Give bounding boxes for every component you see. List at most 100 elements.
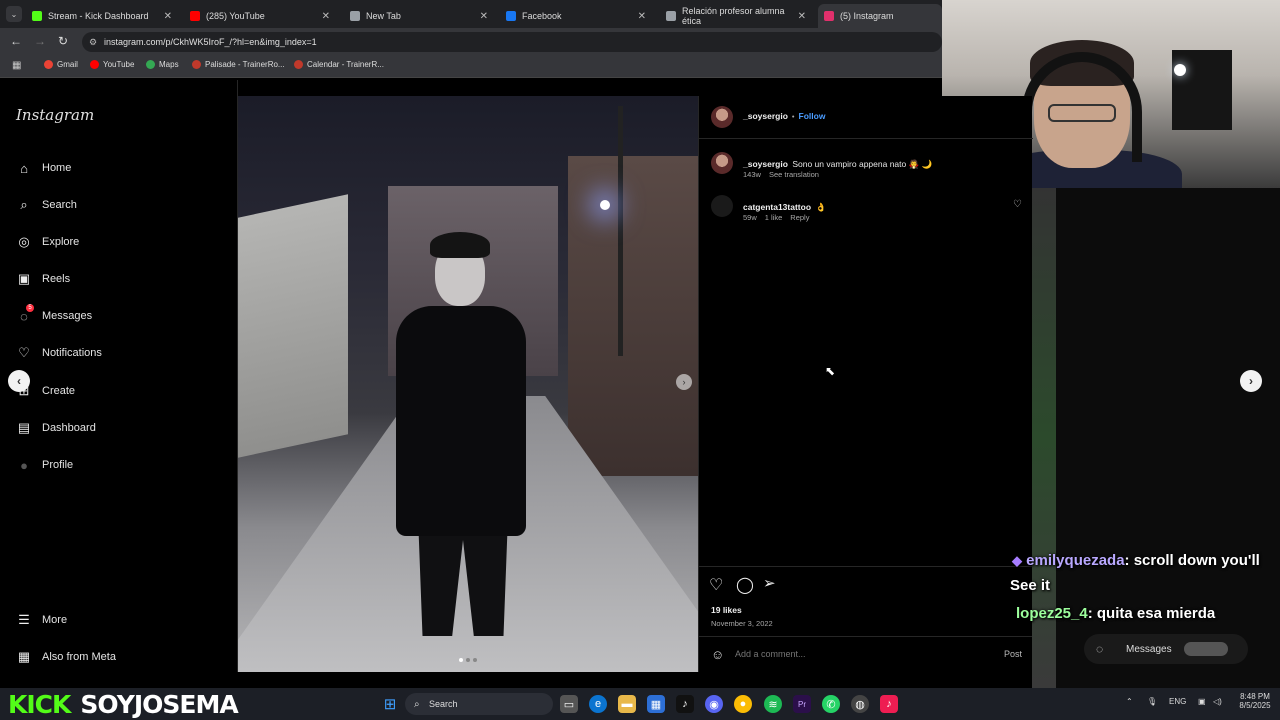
premiere-icon[interactable]: Pr <box>793 695 811 713</box>
edge-icon[interactable]: e <box>589 695 607 713</box>
author-username[interactable]: _soysergio <box>743 111 788 121</box>
clock-date: 8/5/2025 <box>1239 701 1271 710</box>
carousel-next-button[interactable]: › <box>676 374 692 390</box>
home-icon: ⌂ <box>20 160 28 176</box>
whatsapp-icon[interactable]: ✆ <box>822 695 840 713</box>
reply-button[interactable]: Reply <box>790 213 809 222</box>
close-tab-icon[interactable]: ✕ <box>164 11 172 22</box>
clock[interactable]: 8:48 PM 8/5/2025 <box>1234 692 1276 710</box>
windows-start-icon[interactable]: ⊞ <box>381 695 399 713</box>
commenter-avatar[interactable] <box>711 195 733 217</box>
reload-icon[interactable]: ↻ <box>58 34 68 48</box>
close-tab-icon[interactable]: ✕ <box>322 11 330 22</box>
browser-tab[interactable]: Stream - Kick Dashboard ✕ <box>26 4 178 28</box>
browser-tab[interactable]: Facebook ✕ <box>500 4 652 28</box>
sidebar-item-notifications[interactable]: ♡ Notifications <box>16 345 102 361</box>
browser-tab[interactable]: (5) Instagram <box>818 4 942 28</box>
carousel-dot <box>473 658 477 662</box>
browser-tab-bar: ⌄ Stream - Kick Dashboard ✕ (285) YouTube ✕… <box>0 0 942 28</box>
language-indicator[interactable]: ENG <box>1169 697 1186 706</box>
chrome-icon[interactable]: ● <box>734 695 752 713</box>
tab-search-menu[interactable]: ⌄ <box>6 6 22 22</box>
next-post-button[interactable]: › <box>1240 370 1262 392</box>
apps-grid-icon[interactable]: ▦ <box>12 60 21 71</box>
add-comment-input[interactable] <box>735 646 985 662</box>
discord-icon[interactable]: ◉ <box>705 695 723 713</box>
microphone-icon[interactable]: 🎙 <box>1147 697 1157 706</box>
post-image[interactable]: › <box>238 96 698 672</box>
tiktok-studio-icon[interactable]: ♪ <box>880 695 898 713</box>
comment-likes[interactable]: 1 like <box>765 213 783 222</box>
back-icon[interactable]: ← <box>10 34 22 48</box>
url-text: instagram.com/p/CkhWK5IroF_/?hl=en&img_i… <box>104 37 317 47</box>
see-translation-link[interactable]: See translation <box>769 170 819 179</box>
search-icon: ⌕ <box>414 698 420 710</box>
share-send-icon[interactable]: ➢ <box>763 574 776 592</box>
bookmark-gmail[interactable]: Gmail <box>44 60 78 69</box>
sidebar-item-label: Also from Meta <box>42 651 116 663</box>
comment-age[interactable]: 59w <box>743 213 757 222</box>
carousel-indicator <box>459 658 477 662</box>
store-icon[interactable]: ▦ <box>647 695 665 713</box>
bookmark-label: Calendar - TrainerR... <box>307 60 384 69</box>
comment-divider <box>699 636 1033 637</box>
author-avatar[interactable] <box>711 106 733 128</box>
spotify-icon[interactable]: ≋ <box>764 695 782 713</box>
comment-like-heart-icon[interactable]: ♡ <box>1013 199 1022 210</box>
instagram-logo[interactable]: Instagram <box>16 106 94 124</box>
close-tab-icon[interactable]: ✕ <box>798 11 806 22</box>
sidebar-item-reels[interactable]: ▣ Reels <box>16 271 70 287</box>
network-icon[interactable]: ▣ <box>1198 697 1206 706</box>
sidebar-item-label: More <box>42 614 68 626</box>
tray-overflow-icon[interactable]: ⌃ <box>1126 697 1133 706</box>
chevron-right-icon: › <box>1249 374 1253 388</box>
site-info-icon[interactable]: ⚙ <box>89 37 97 48</box>
close-tab-icon[interactable]: ✕ <box>638 11 646 22</box>
previous-post-button[interactable]: ‹ <box>8 370 30 392</box>
caption-username[interactable]: _soysergio <box>743 159 788 169</box>
taskbar-search[interactable]: ⌕ Search <box>405 693 553 715</box>
comment-bubble-icon[interactable]: ◯ <box>736 575 754 595</box>
sidebar-item-home[interactable]: ⌂ Home <box>16 160 71 176</box>
likes-count[interactable]: 19 likes <box>711 605 742 615</box>
sidebar-item-dashboard[interactable]: ▤ Dashboard <box>16 420 96 436</box>
bookmark-label: YouTube <box>103 60 135 69</box>
post-comment-button[interactable]: Post <box>1004 649 1022 659</box>
obs-icon[interactable]: ◍ <box>851 695 869 713</box>
file-explorer-icon[interactable]: ▬ <box>618 695 636 713</box>
background-monitor <box>1172 50 1232 130</box>
task-view-icon[interactable]: ▭ <box>560 695 578 713</box>
sidebar-item-messages[interactable]: ◌ 5 Messages <box>16 304 92 324</box>
sidebar-item-more[interactable]: ☰ More <box>16 612 67 628</box>
mouse-cursor-icon: ⬉ <box>825 364 836 378</box>
emoji-icon[interactable]: ☺ <box>711 647 724 662</box>
trainerroad-icon <box>294 60 303 69</box>
caption-avatar[interactable] <box>711 152 733 174</box>
sidebar-item-also-from-meta[interactable]: ▦ Also from Meta <box>16 649 116 665</box>
close-tab-icon[interactable]: ✕ <box>480 11 488 22</box>
bookmark-youtube[interactable]: YouTube <box>90 60 134 69</box>
sidebar-item-explore[interactable]: ◎ Explore <box>16 234 79 250</box>
url-input[interactable]: ⚙ instagram.com/p/CkhWK5IroF_/?hl=en&img… <box>82 32 942 52</box>
follow-button[interactable]: Follow <box>799 111 826 121</box>
comment-username[interactable]: catgenta13tattoo <box>743 202 811 212</box>
browser-tab[interactable]: New Tab ✕ <box>344 4 494 28</box>
tiktok-icon[interactable]: ♪ <box>676 695 694 713</box>
sidebar-item-search[interactable]: ⌕ Search <box>16 197 77 213</box>
chevron-left-icon: ‹ <box>17 374 21 388</box>
browser-tab[interactable]: (285) YouTube ✕ <box>184 4 336 28</box>
bookmark-maps[interactable]: Maps <box>146 60 179 69</box>
background-light <box>1174 64 1186 76</box>
sidebar-item-profile[interactable]: ● Profile <box>16 457 73 473</box>
bookmark-calendar[interactable]: Calendar - TrainerR... <box>294 60 384 69</box>
messages-pill[interactable]: ◌ Messages <box>1084 634 1248 664</box>
volume-icon[interactable]: ◁) <box>1213 697 1222 706</box>
like-heart-icon[interactable]: ♡ <box>709 575 723 595</box>
bookmark-palisade[interactable]: Palisade - TrainerRo... <box>192 60 285 69</box>
caption-age[interactable]: 143w <box>743 170 761 179</box>
tab-label: (285) YouTube <box>206 11 265 21</box>
forward-icon[interactable]: → <box>34 34 46 48</box>
chevron-right-icon: › <box>682 377 686 387</box>
bookmark-label: Maps <box>159 60 179 69</box>
browser-tab[interactable]: Relación profesor alumna ética ✕ <box>660 4 812 28</box>
